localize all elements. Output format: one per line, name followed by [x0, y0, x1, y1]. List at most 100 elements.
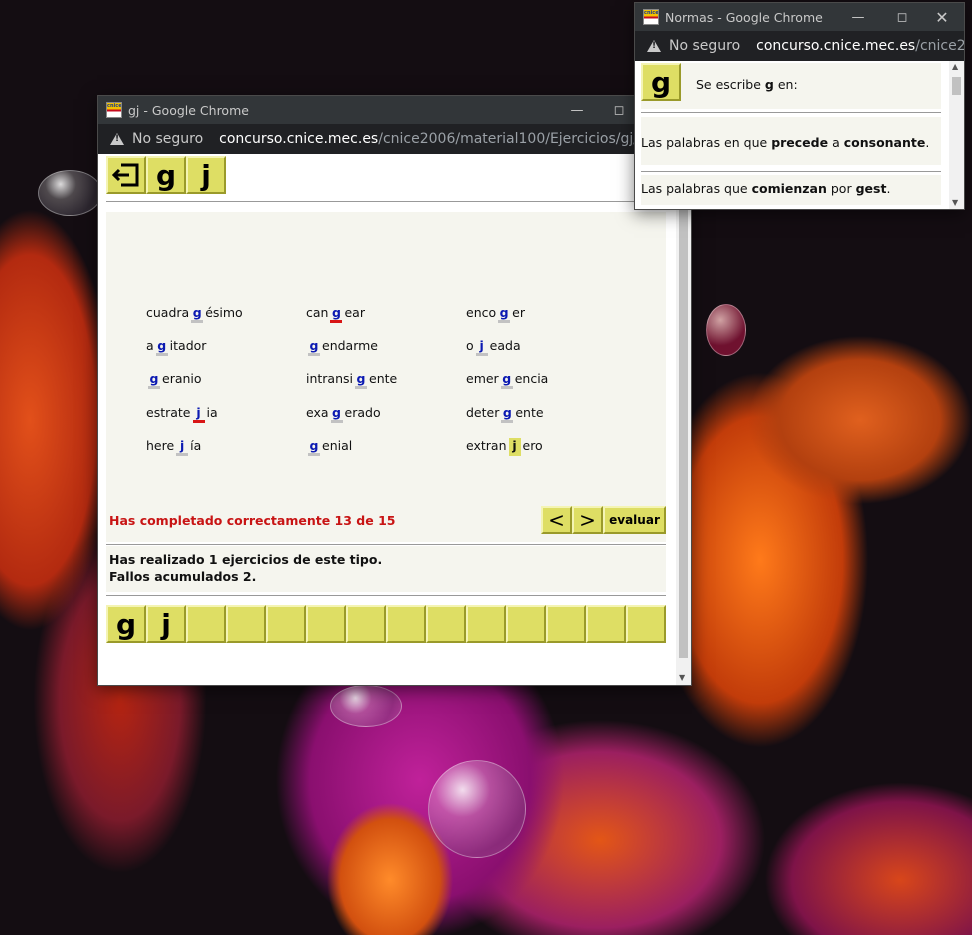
empty-key-button[interactable] — [626, 605, 666, 643]
letter-slot[interactable]: j — [192, 405, 205, 423]
rules-header-text: Se escribe g en: — [696, 77, 798, 92]
word-suffix: ía — [190, 438, 202, 453]
rule-1-t2: a — [832, 135, 840, 150]
empty-key-button[interactable] — [426, 605, 466, 643]
header-bold: g — [764, 77, 774, 92]
main-titlebar[interactable]: cnice gj - Google Chrome — ◻ — [98, 96, 691, 124]
key-j-button[interactable]: j — [146, 605, 186, 643]
word-suffix: ente — [515, 405, 544, 420]
cnice-favicon-icon: cnice — [106, 102, 122, 118]
word-prefix: emer — [466, 371, 499, 386]
letter-slot[interactable]: g — [501, 405, 514, 423]
word-suffix: enial — [322, 438, 353, 453]
empty-key-button[interactable] — [506, 605, 546, 643]
top-toolbar: g j — [106, 156, 226, 194]
stats-divider — [106, 595, 666, 597]
word-suffix: ia — [206, 405, 218, 420]
stats-line-1: Has realizado 1 ejercicios de este tipo. — [109, 552, 383, 567]
word-suffix: endarme — [322, 338, 378, 353]
rules-scrollbar[interactable]: ▲ ▼ — [949, 61, 964, 209]
key-g-button[interactable]: g — [106, 605, 146, 643]
letter-slot[interactable]: g — [308, 338, 320, 356]
scroll-down-arrow-icon[interactable]: ▼ — [952, 198, 958, 207]
exercise-word: o j eada — [466, 338, 521, 356]
empty-key-button[interactable] — [466, 605, 506, 643]
close-icon[interactable]: ✕ — [922, 3, 962, 31]
word-suffix: itador — [169, 338, 207, 353]
rules-address-bar[interactable]: No seguro concurso.cnice.mec.es/cnice2..… — [635, 31, 964, 61]
empty-key-button[interactable] — [386, 605, 426, 643]
exercise-word: deter g ente — [466, 405, 544, 423]
header-pre: Se escribe — [696, 77, 761, 92]
word-prefix: can — [306, 305, 329, 320]
empty-key-button[interactable] — [226, 605, 266, 643]
exercise-word: here j ía — [146, 438, 201, 456]
rules-header: g Se escribe g en: — [641, 63, 941, 109]
next-button[interactable]: > — [572, 506, 603, 534]
empty-key-button[interactable] — [266, 605, 306, 643]
maximize-icon[interactable]: ◻ — [882, 3, 922, 31]
g-letter-badge: g — [641, 63, 681, 101]
exercise-word: extran j ero — [466, 438, 543, 456]
letter-slot[interactable]: g — [155, 338, 168, 356]
url-host: concurso.cnice.mec.es — [219, 131, 379, 147]
main-window-title: gj - Google Chrome — [128, 102, 249, 118]
j-rule-button[interactable]: j — [186, 156, 226, 194]
letter-slot[interactable]: g — [148, 371, 160, 389]
exercise-word: g endarme — [306, 338, 378, 356]
background-bubble — [38, 170, 102, 216]
rule-2-t2: por — [830, 181, 852, 196]
empty-key-button[interactable] — [346, 605, 386, 643]
rules-divider — [641, 171, 941, 173]
letter-slot[interactable]: g — [308, 438, 320, 456]
letter-slot[interactable]: g — [355, 371, 368, 389]
exercise-panel: cuadra g ésimo can g ear enco g er a g itador g endar… — [106, 212, 666, 546]
main-scrollbar-thumb[interactable] — [679, 158, 688, 658]
maximize-icon[interactable]: ◻ — [599, 96, 639, 124]
word-suffix: ésimo — [205, 305, 243, 320]
letter-slot[interactable]: g — [191, 305, 204, 323]
minimize-icon[interactable]: — — [557, 96, 597, 124]
main-scrollbar[interactable]: ▼ — [676, 154, 691, 685]
empty-key-button[interactable] — [306, 605, 346, 643]
letter-slot[interactable]: g — [330, 305, 343, 323]
letter-slot[interactable]: j — [475, 338, 488, 356]
word-suffix: encia — [514, 371, 549, 386]
exercise-word: g eranio — [146, 371, 202, 389]
letter-slot[interactable]: g — [498, 305, 511, 323]
word-prefix: deter — [466, 405, 500, 420]
word-prefix: enco — [466, 305, 497, 320]
scroll-down-arrow-icon[interactable]: ▼ — [679, 673, 685, 682]
word-suffix: ente — [369, 371, 398, 386]
g-rule-button[interactable]: g — [146, 156, 186, 194]
exit-button[interactable] — [106, 156, 146, 194]
empty-key-button[interactable] — [186, 605, 226, 643]
letter-slot[interactable]: j — [176, 438, 189, 456]
letter-slot[interactable]: j — [508, 438, 521, 456]
rules-titlebar[interactable]: cnice Normas - Google Chrome — ◻ ✕ — [635, 3, 964, 31]
previous-button[interactable]: < — [541, 506, 572, 534]
minimize-icon[interactable]: — — [838, 3, 878, 31]
letter-slot[interactable]: g — [500, 371, 513, 389]
word-suffix: eada — [489, 338, 521, 353]
empty-key-button[interactable] — [586, 605, 626, 643]
scroll-up-arrow-icon[interactable]: ▲ — [952, 62, 958, 71]
rule-1-b1: precede — [771, 135, 829, 150]
word-prefix: a — [146, 338, 154, 353]
header-post: en: — [777, 77, 798, 92]
stats-panel: Has realizado 1 ejercicios de este tipo.… — [106, 546, 666, 592]
word-suffix: eranio — [162, 371, 202, 386]
main-address-bar[interactable]: No seguro concurso.cnice.mec.es/cnice200… — [98, 124, 691, 154]
word-prefix: cuadra — [146, 305, 190, 320]
result-text: Has completado correctamente 13 de 15 — [109, 513, 396, 528]
rules-scrollbar-thumb[interactable] — [952, 77, 961, 95]
empty-key-button[interactable] — [546, 605, 586, 643]
rule-1-t3: . — [925, 135, 930, 150]
letter-key-bar: gj — [106, 605, 666, 643]
rule-2-b1: comienzan — [751, 181, 827, 196]
letter-slot[interactable]: g — [330, 405, 343, 423]
evaluate-button[interactable]: evaluar — [603, 506, 666, 534]
word-prefix: here — [146, 438, 175, 453]
rules-content: g Se escribe g en: Las palabras en que p… — [635, 61, 949, 209]
word-prefix: exa — [306, 405, 329, 420]
